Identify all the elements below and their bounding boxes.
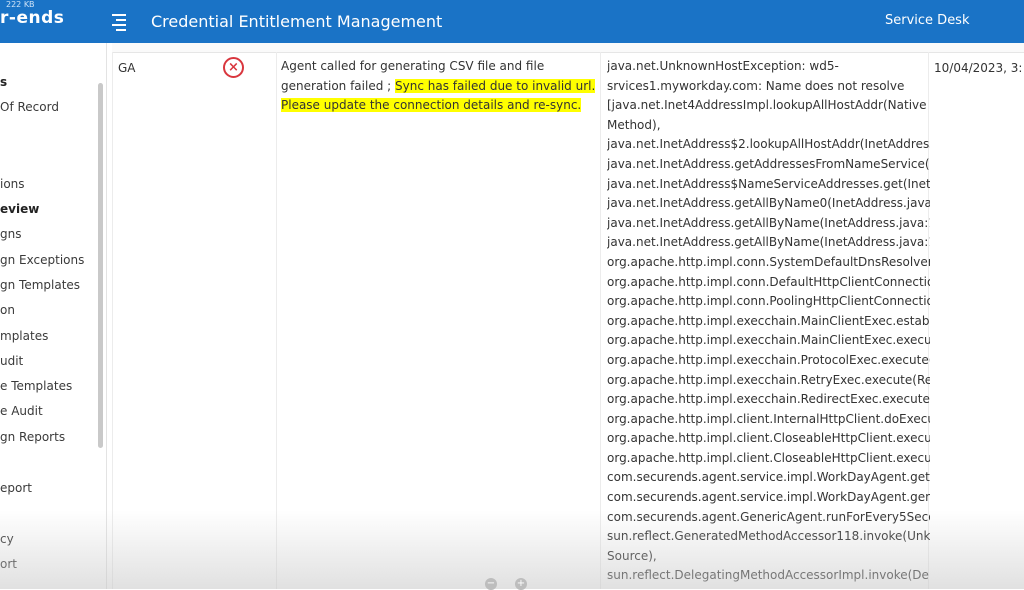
error-line: org.apache.http.impl.conn.DefaultHttpCli… <box>607 274 930 289</box>
row-date-cell: 10/04/2023, 3: 1 <box>934 61 1024 75</box>
sidebar: s Of Record ions eview gns gn Exceptions… <box>0 43 107 589</box>
error-line: org.apache.http.impl.conn.SystemDefaultD… <box>607 254 930 269</box>
sidebar-scrollbar[interactable] <box>98 83 103 448</box>
error-line: org.apache.http.impl.client.CloseableHtt… <box>607 450 930 465</box>
column-divider <box>112 52 113 589</box>
sidebar-item[interactable]: gn Exceptions <box>0 253 84 267</box>
error-line: java.net.InetAddress.getAllByName(InetAd… <box>607 215 930 230</box>
row-message-cell: Agent called for generating CSV file and… <box>281 57 599 116</box>
error-line: com.securends.agent.service.impl.WorkDay… <box>607 490 930 505</box>
brand-logo[interactable]: r-ends <box>0 8 64 28</box>
error-line: sun.reflect.DelegatingMethodAccessorImpl… <box>607 568 930 583</box>
error-line: Method), <box>607 117 661 132</box>
error-x-icon: × <box>223 57 244 78</box>
error-line: Source), <box>607 548 657 563</box>
sidebar-item[interactable]: ions <box>0 177 25 191</box>
zoom-in-icon[interactable]: + <box>515 578 527 590</box>
row-error-cell: java.net.UnknownHostException: wd5- srvic… <box>607 57 930 586</box>
error-line: org.apache.http.impl.execchain.ProtocolE… <box>607 352 930 367</box>
error-line: org.apache.http.impl.execchain.RetryExec… <box>607 372 930 387</box>
error-line: org.apache.http.impl.client.InternalHttp… <box>607 411 930 426</box>
table-top-strip <box>112 43 1024 53</box>
hamburger-icon[interactable] <box>112 14 126 31</box>
error-line: org.apache.http.impl.conn.PoolingHttpCli… <box>607 294 930 309</box>
sidebar-item[interactable]: e Audit <box>0 404 43 418</box>
column-divider <box>600 52 601 589</box>
sidebar-item[interactable]: on <box>0 303 15 317</box>
error-line: org.apache.http.impl.execchain.RedirectE… <box>607 392 930 407</box>
sidebar-item[interactable]: gn Reports <box>0 430 65 444</box>
sidebar-item-active[interactable]: eview <box>0 202 39 216</box>
error-line: java.net.InetAddress.getAddressesFromNam… <box>607 156 930 171</box>
sidebar-item[interactable]: ort <box>0 557 17 571</box>
sidebar-item[interactable]: gn Templates <box>0 278 80 292</box>
sidebar-item[interactable]: udit <box>0 354 23 368</box>
error-line: java.net.UnknownHostException: wd5- <box>607 59 839 73</box>
sidebar-item[interactable]: gns <box>0 227 21 241</box>
error-line: org.apache.http.impl.execchain.MainClien… <box>607 333 930 348</box>
zoom-out-icon[interactable]: − <box>485 578 497 590</box>
sidebar-item[interactable]: mplates <box>0 329 48 343</box>
page-title: Credential Entitlement Management <box>151 12 443 31</box>
error-line: org.apache.http.impl.client.CloseableHtt… <box>607 431 930 446</box>
row-name-cell: GA <box>118 61 136 75</box>
error-line: com.securends.agent.service.impl.WorkDay… <box>607 470 930 485</box>
error-line: java.net.InetAddress.getAllByName(InetAd… <box>607 235 930 250</box>
sidebar-item[interactable]: s <box>0 75 7 89</box>
error-line: srvices1.myworkday.com: Name does not re… <box>607 78 905 93</box>
error-line: java.net.InetAddress.getAllByName0(InetA… <box>607 196 930 211</box>
error-line: org.apache.http.impl.execchain.MainClien… <box>607 313 930 328</box>
app-header: 222 KB r-ends Credential Entitlement Man… <box>0 0 1024 43</box>
error-line: java.net.InetAddress$2.lookupAllHostAddr… <box>607 137 930 152</box>
sidebar-item[interactable]: cy <box>0 532 14 546</box>
sidebar-item[interactable]: e Templates <box>0 379 72 393</box>
error-line: [java.net.Inet4AddressImpl.lookupAllHost… <box>607 98 927 113</box>
service-desk-link[interactable]: Service Desk <box>885 13 970 28</box>
error-line: java.net.InetAddress$NameServiceAddresse… <box>607 176 930 191</box>
sidebar-item[interactable]: eport <box>0 481 32 495</box>
error-line: sun.reflect.GeneratedMethodAccessor118.i… <box>607 529 930 544</box>
sidebar-item[interactable]: Of Record <box>0 100 59 114</box>
audit-table: GA × Agent called for generating CSV fil… <box>112 43 1024 589</box>
column-divider <box>276 52 277 589</box>
error-line: com.securends.agent.GenericAgent.runForE… <box>607 509 930 524</box>
